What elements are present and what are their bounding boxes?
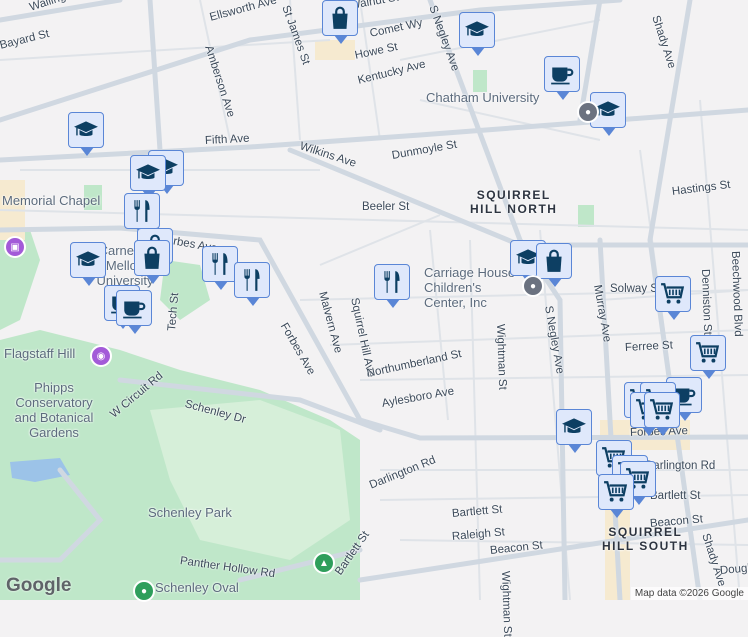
poi-label[interactable]: Flagstaff Hill [4, 346, 75, 361]
park-pin-icon[interactable]: ● [133, 580, 155, 602]
park-pin-icon[interactable]: ▲ [313, 552, 335, 574]
coffee-marker[interactable] [116, 290, 152, 334]
shopping-marker[interactable] [536, 243, 572, 287]
poi-label[interactable]: Chatham University [426, 90, 539, 105]
shopping-cart-icon [649, 397, 675, 423]
street-label: Ferree St [624, 339, 674, 354]
restaurant-icon [129, 198, 155, 224]
map-attribution[interactable]: Map data ©2026 Google [630, 587, 748, 600]
shopping-cart-icon [695, 340, 721, 366]
restaurant-marker[interactable] [374, 264, 410, 308]
education-icon [135, 160, 161, 186]
shopping-cart-icon [660, 281, 686, 307]
education-marker[interactable] [556, 409, 592, 453]
restaurant-icon [207, 251, 233, 277]
street-label: Wightman St [499, 570, 514, 637]
street-label: Beeler St [362, 201, 410, 213]
restaurant-marker[interactable] [234, 262, 270, 306]
school-pin-icon[interactable]: ● [522, 275, 544, 297]
street-label: Denniston St [699, 268, 714, 336]
restaurant-icon [239, 267, 265, 293]
coffee-marker[interactable] [544, 56, 580, 100]
museum-icon[interactable]: ▣ [4, 236, 26, 258]
restaurant-marker[interactable] [124, 193, 160, 237]
education-marker[interactable] [70, 242, 106, 286]
coffee-icon [549, 61, 575, 87]
poi-label[interactable]: Memorial Chapel [2, 193, 100, 208]
university-pin-icon[interactable]: ● [577, 101, 599, 123]
camera-icon[interactable]: ◉ [90, 345, 112, 367]
shopping-cart-marker[interactable] [644, 392, 680, 436]
education-icon [561, 414, 587, 440]
shopping-cart-marker[interactable] [598, 474, 634, 518]
shopping-marker[interactable] [322, 0, 358, 44]
shopping-cart-icon [603, 479, 629, 505]
poi-label[interactable]: Schenley Park [148, 505, 232, 520]
education-marker[interactable] [459, 12, 495, 56]
education-icon [464, 17, 490, 43]
shopping-cart-marker[interactable] [655, 276, 691, 320]
shopping-cart-marker[interactable] [690, 335, 726, 379]
poi-label[interactable]: Phipps Conservatory and Botanical Garden… [14, 380, 94, 440]
poi-label[interactable]: Carriage House Children's Center, Inc [424, 265, 524, 310]
street-label: Bartlett St [650, 490, 701, 502]
education-marker[interactable] [130, 155, 166, 199]
coffee-icon [121, 295, 147, 321]
shopping-icon [327, 5, 353, 31]
shopping-icon [541, 248, 567, 274]
neighborhood-label: SQUIRREL HILL SOUTH [602, 525, 689, 553]
restaurant-marker[interactable] [202, 246, 238, 290]
restaurant-icon [379, 269, 405, 295]
street-label: Solway St [610, 283, 662, 295]
education-icon [73, 117, 99, 143]
neighborhood-label: SQUIRREL HILL NORTH [470, 188, 558, 216]
education-marker[interactable] [68, 112, 104, 156]
street-label: Wightman St [494, 323, 509, 390]
google-logo: Google [6, 575, 72, 596]
poi-label[interactable]: Schenley Oval [155, 580, 239, 595]
shopping-marker[interactable] [134, 240, 170, 284]
street-label: Fifth Ave [204, 132, 250, 147]
shopping-icon [139, 245, 165, 271]
education-icon [75, 247, 101, 273]
